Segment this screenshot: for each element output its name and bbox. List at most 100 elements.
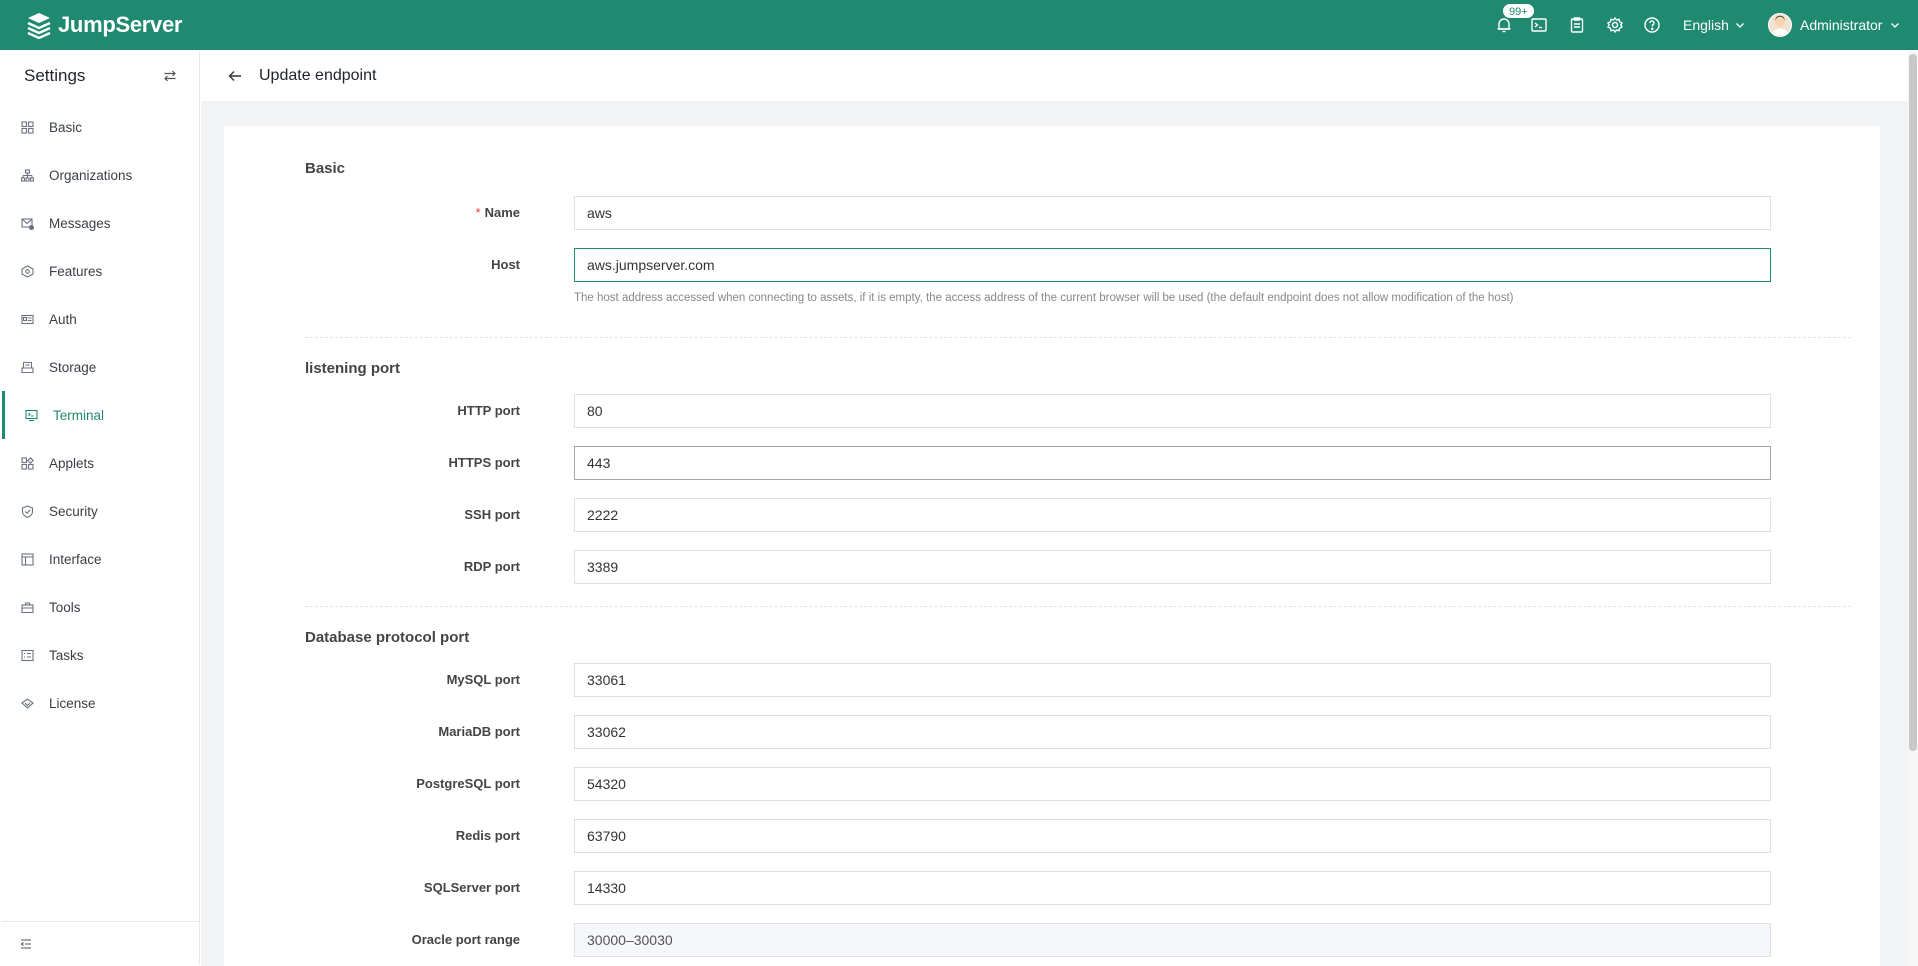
sidebar-item-label: Security [49, 503, 98, 519]
oracle-port-range-label: Oracle port range [411, 932, 520, 947]
http-port-label: HTTP port [457, 403, 520, 418]
section-title-basic: Basic [305, 160, 346, 177]
sidebar-item-auth[interactable]: Auth [2, 295, 199, 343]
section-divider [305, 606, 1851, 607]
interface-icon [20, 552, 34, 566]
redis-port-row: Redis port [224, 819, 1880, 853]
required-mark: * [475, 205, 481, 220]
sidebar-item-label: Terminal [53, 407, 105, 423]
https-port-input[interactable] [574, 446, 1771, 480]
top-bar: JumpServer 99+ English Administrator [0, 0, 1918, 50]
scrollbar-thumb[interactable] [1909, 54, 1917, 751]
sidebar-item-terminal[interactable]: Terminal [2, 391, 199, 439]
mariadb-port-row: MariaDB port [224, 715, 1880, 749]
oracle-port-range-row: Oracle port range [224, 923, 1880, 957]
id-card-icon [20, 312, 34, 326]
sidebar-item-storage[interactable]: Storage [2, 343, 199, 391]
mariadb-port-input[interactable] [574, 715, 1771, 749]
user-menu[interactable]: Administrator [1768, 0, 1900, 50]
user-name: Administrator [1800, 17, 1883, 33]
sidebar-item-label: Messages [49, 215, 111, 231]
sidebar: Settings Basic Organizations Messages Fe… [2, 51, 200, 965]
logo-text: JumpServer [58, 12, 183, 37]
http-port-input[interactable] [574, 394, 1771, 428]
name-input[interactable] [574, 196, 1771, 230]
mysql-port-label: MySQL port [446, 672, 520, 687]
section-title-listening-port: listening port [305, 360, 400, 377]
back-arrow-icon[interactable] [227, 68, 243, 84]
sqlserver-port-input[interactable] [574, 871, 1771, 905]
clipboard-icon[interactable] [1567, 15, 1587, 35]
sidebar-item-label: Features [49, 263, 103, 279]
ssh-port-label: SSH port [464, 507, 520, 522]
web-terminal-icon[interactable] [1529, 15, 1549, 35]
rdp-port-input[interactable] [574, 550, 1771, 584]
section-title-database-port: Database protocol port [305, 629, 470, 646]
page-title: Update endpoint [259, 67, 377, 84]
sidebar-item-organizations[interactable]: Organizations [2, 151, 199, 199]
redis-port-input[interactable] [574, 819, 1771, 853]
ssh-port-input[interactable] [574, 498, 1771, 532]
sidebar-item-label: Auth [49, 311, 77, 327]
sidebar-item-label: Organizations [49, 167, 133, 183]
language-selector[interactable]: English [1683, 0, 1745, 50]
org-tree-icon [20, 168, 34, 182]
https-port-label: HTTPS port [448, 455, 521, 470]
sidebar-menu: Basic Organizations Messages Features Au… [2, 103, 199, 727]
https-port-row: HTTPS port [224, 446, 1880, 480]
rdp-port-row: RDP port [224, 550, 1880, 584]
sidebar-item-label: Applets [49, 455, 95, 471]
storage-icon [20, 360, 34, 374]
sidebar-item-messages[interactable]: Messages [2, 199, 199, 247]
sidebar-title: Settings [24, 66, 86, 85]
sidebar-header: Settings [2, 51, 199, 101]
endpoint-form: Basic *Name Host The host address access… [224, 126, 1880, 966]
sidebar-item-interface[interactable]: Interface [2, 535, 199, 583]
sqlserver-port-label: SQLServer port [423, 880, 520, 895]
toolbox-icon [20, 600, 34, 614]
mysql-port-row: MySQL port [224, 663, 1880, 697]
sidebar-item-tasks[interactable]: Tasks [2, 631, 199, 679]
collapse-menu-icon[interactable] [20, 938, 32, 950]
postgresql-port-input[interactable] [574, 767, 1771, 801]
name-row: * Name [224, 196, 1880, 230]
terminal-icon [24, 408, 38, 422]
http-port-row: HTTP port [224, 394, 1880, 428]
sidebar-item-applets[interactable]: Applets [2, 439, 199, 487]
sidebar-item-label: Storage [49, 359, 97, 375]
sidebar-item-license[interactable]: License [2, 679, 199, 727]
license-icon [20, 696, 34, 710]
switch-arrows-icon[interactable] [163, 69, 177, 83]
feature-icon [20, 264, 34, 278]
sidebar-item-basic[interactable]: Basic [2, 103, 199, 151]
grid-icon [20, 120, 34, 134]
chevron-down-icon [1891, 23, 1900, 28]
help-icon[interactable] [1642, 15, 1662, 35]
sidebar-item-label: Tools [49, 599, 81, 615]
applets-icon [20, 456, 34, 470]
ssh-port-row: SSH port [224, 498, 1880, 532]
sidebar-item-tools[interactable]: Tools [2, 583, 199, 631]
sidebar-item-label: Interface [49, 551, 102, 567]
tasks-icon [20, 648, 34, 662]
logo[interactable]: JumpServer [26, 11, 182, 39]
sidebar-item-label: Basic [49, 119, 83, 135]
gear-icon[interactable] [1605, 15, 1625, 35]
sidebar-item-features[interactable]: Features [2, 247, 199, 295]
host-input[interactable] [574, 248, 1771, 282]
sidebar-item-security[interactable]: Security [2, 487, 199, 535]
name-label: * Name [475, 205, 520, 220]
shield-icon [20, 504, 34, 518]
host-row: Host [224, 248, 1880, 282]
chevron-down-icon [1735, 23, 1744, 28]
host-help-text: The host address accessed when connectin… [574, 292, 1514, 304]
jumpserver-logo-icon [27, 13, 51, 39]
page-header: Update endpoint [201, 51, 1908, 101]
avatar [1768, 13, 1792, 37]
postgresql-port-label: PostgreSQL port [416, 776, 520, 791]
mysql-port-input[interactable] [574, 663, 1771, 697]
postgresql-port-row: PostgreSQL port [224, 767, 1880, 801]
main-content: Update endpoint Basic *Name Host The hos… [201, 51, 1908, 966]
page-scrollbar[interactable] [1908, 51, 1918, 966]
oracle-port-range-input [574, 923, 1771, 957]
